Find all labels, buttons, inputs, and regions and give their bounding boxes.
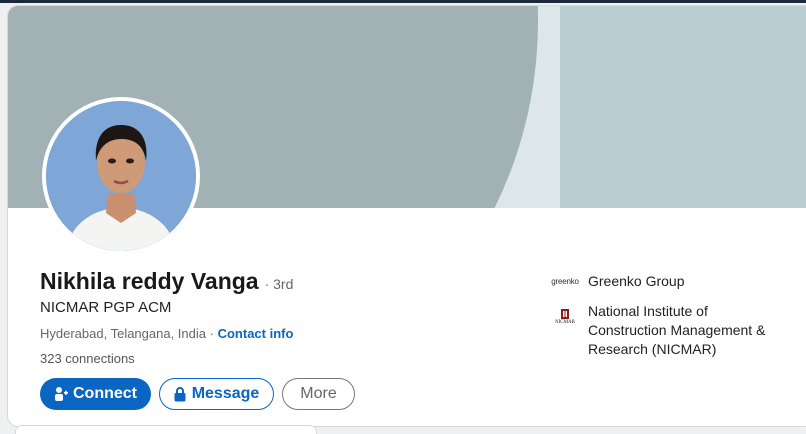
- avatar: [46, 101, 196, 251]
- nicmar-logo-text: NICMAR: [554, 319, 575, 325]
- profile-name[interactable]: Nikhila reddy Vanga: [40, 268, 259, 295]
- lock-icon: [174, 386, 186, 401]
- more-label: More: [300, 385, 337, 402]
- profile-card: Nikhila reddy Vanga · 3rd NICMAR PGP ACM…: [8, 6, 806, 426]
- location-row: Hyderabad, Telangana, India · Contact in…: [40, 326, 293, 341]
- message-button[interactable]: Message: [159, 378, 274, 410]
- nicmar-emblem-icon: [561, 308, 569, 319]
- person-photo-icon: [46, 101, 196, 251]
- org-item-nicmar[interactable]: NICMAR National Institute of Constructio…: [548, 302, 788, 359]
- profile-headline: NICMAR PGP ACM: [40, 299, 172, 316]
- banner-panel: [560, 6, 806, 208]
- org-name: Greenko Group: [588, 273, 685, 289]
- add-person-icon: [55, 387, 68, 401]
- organizations-list: greenko Greenko Group NICMAR National In…: [548, 272, 788, 370]
- org-item-greenko[interactable]: greenko Greenko Group: [548, 272, 788, 291]
- more-button[interactable]: More: [282, 378, 355, 410]
- nicmar-logo-icon: NICMAR: [548, 302, 582, 330]
- connection-degree: · 3rd: [264, 276, 294, 292]
- window-top-border: [0, 0, 806, 3]
- connections-count[interactable]: 323 connections: [40, 351, 135, 366]
- connect-label: Connect: [73, 385, 137, 402]
- separator: ·: [209, 326, 214, 341]
- greenko-logo-icon: greenko: [548, 272, 582, 290]
- greenko-logo-text: greenko: [551, 276, 579, 286]
- message-label: Message: [191, 385, 260, 402]
- org-name: National Institute of Construction Manag…: [588, 303, 766, 357]
- name-row: Nikhila reddy Vanga · 3rd: [40, 268, 293, 295]
- profile-photo[interactable]: [42, 97, 200, 255]
- next-section-card: [16, 426, 316, 434]
- connect-button[interactable]: Connect: [40, 378, 151, 410]
- profile-actions: Connect Message More: [40, 378, 355, 410]
- profile-location: Hyderabad, Telangana, India: [40, 326, 206, 341]
- contact-info-link[interactable]: Contact info: [218, 326, 294, 341]
